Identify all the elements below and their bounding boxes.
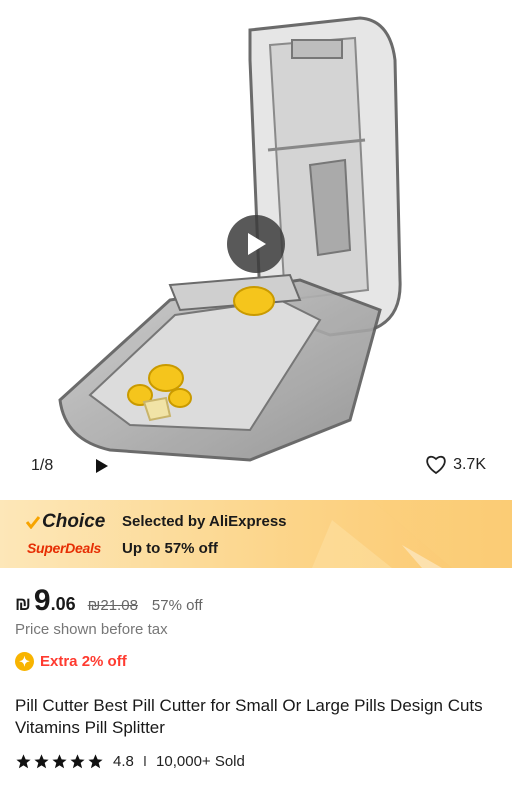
- discount-text: Up to 57% off: [122, 540, 218, 557]
- superdeals-label: SuperDeals: [27, 540, 102, 556]
- banner-decoration: [312, 500, 512, 568]
- extra-offer-badge[interactable]: ✦ Extra 2% off: [15, 652, 127, 671]
- play-icon[interactable]: [95, 458, 109, 474]
- choice-superdeals-banner[interactable]: Choice SuperDeals Selected by AliExpress…: [0, 500, 512, 568]
- choice-label: Choice: [42, 511, 106, 532]
- rating-value: 4.8: [113, 753, 134, 770]
- choice-logo: Choice: [26, 511, 105, 533]
- star-icon: [70, 754, 85, 769]
- discount-percent: 57% off: [151, 597, 203, 614]
- star-icon: [16, 754, 31, 769]
- product-image-gallery[interactable]: 1/8 3.7K: [0, 0, 512, 500]
- video-play-button[interactable]: [227, 215, 285, 273]
- original-price: ₪21.08: [87, 597, 138, 614]
- price-decimal: .06: [50, 594, 76, 614]
- star-icon: [52, 754, 67, 769]
- product-title[interactable]: Pill Cutter Best Pill Cutter for Small O…: [15, 695, 495, 739]
- price-integer: 9: [33, 584, 51, 617]
- currency-symbol: ₪: [15, 594, 31, 614]
- star-icon: [88, 754, 103, 769]
- play-icon: [248, 233, 266, 255]
- wishlist-button[interactable]: 3.7K: [425, 455, 486, 475]
- check-icon: [26, 516, 40, 529]
- heart-icon: [426, 455, 446, 475]
- tax-note: Price shown before tax: [15, 621, 168, 638]
- sold-count: 10,000+ Sold: [156, 753, 245, 770]
- star-rating: [15, 753, 104, 770]
- separator: I: [142, 753, 148, 770]
- price-row: ₪ 9 .06 ₪21.08 57% off: [15, 584, 203, 618]
- image-counter: 1/8: [31, 457, 54, 474]
- coin-icon: ✦: [15, 652, 34, 671]
- rating-row[interactable]: 4.8 I 10,000+ Sold: [15, 753, 245, 770]
- selected-by-text: Selected by AliExpress: [122, 513, 287, 530]
- likes-count: 3.7K: [453, 456, 486, 473]
- extra-offer-text: Extra 2% off: [40, 653, 127, 670]
- star-icon: [34, 754, 49, 769]
